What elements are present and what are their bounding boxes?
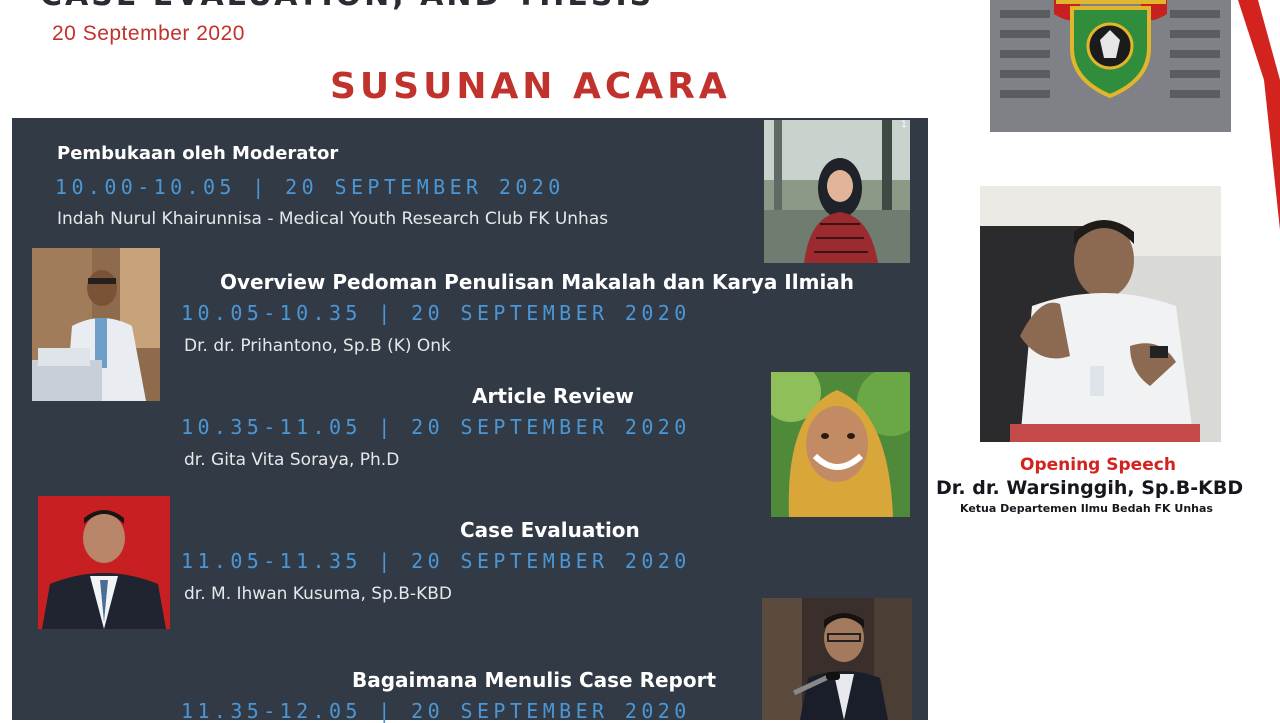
agenda-item-time: 11.35-12.05 | 20 SEPTEMBER 2020: [181, 699, 691, 723]
agenda-item-time: 11.05-11.35 | 20 SEPTEMBER 2020: [181, 549, 691, 573]
moderator-photo: [764, 120, 910, 263]
agenda-item-time: 10.35-11.05 | 20 SEPTEMBER 2020: [181, 415, 691, 439]
opening-speaker-role: Ketua Departemen Ilmu Bedah FK Unhas: [960, 502, 1213, 515]
event-title: CASE EVALUATION, AND THESIS: [40, 0, 654, 13]
opening-speaker-name: Dr. dr. Warsinggih, Sp.B-KBD: [936, 477, 1244, 499]
agenda-item-speaker: dr. Gita Vita Soraya, Ph.D: [184, 450, 400, 470]
agenda-item-time: 10.05-10.35 | 20 SEPTEMBER 2020: [181, 301, 691, 325]
speaker-photo-prihantono: [32, 248, 160, 401]
event-date: 20 September 2020: [52, 22, 245, 45]
agenda-item-time: 10.00-10.05 | 20 SEPTEMBER 2020: [55, 175, 565, 199]
opening-speaker-photo: [980, 186, 1221, 442]
agenda-item-title: Bagaimana Menulis Case Report: [352, 668, 717, 692]
university-emblem-image: [990, 0, 1231, 132]
agenda-item-speaker: Indah Nurul Khairunnisa - Medical Youth …: [57, 209, 609, 229]
agenda-heading: SUSUNAN ACARA: [330, 66, 731, 107]
speaker-photo-case-report: [762, 598, 912, 720]
agenda-item-speaker: dr. M. Ihwan Kusuma, Sp.B-KBD: [184, 584, 452, 604]
speaker-photo-ihwan: [38, 496, 170, 629]
photo-index-badge: 1: [901, 120, 907, 130]
agenda-item-title: Overview Pedoman Penulisan Makalah dan K…: [220, 270, 855, 294]
speaker-photo-gita: [771, 372, 910, 517]
agenda-item-title: Case Evaluation: [460, 518, 640, 542]
opening-speech-label: Opening Speech: [1020, 455, 1176, 475]
agenda-item-title: Article Review: [472, 384, 634, 408]
agenda-item-speaker: Dr. dr. Prihantono, Sp.B (K) Onk: [184, 336, 451, 356]
agenda-item-title: Pembukaan oleh Moderator: [57, 143, 339, 164]
